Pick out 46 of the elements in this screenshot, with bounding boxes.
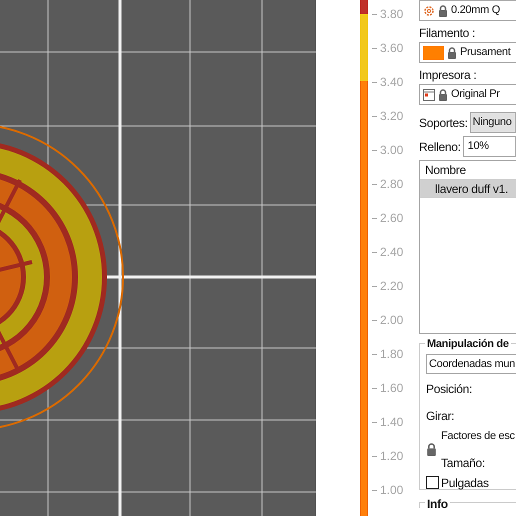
layer-height-label: 1.80 (380, 346, 404, 363)
lock-icon (438, 4, 448, 16)
layer-height-label: 3.80 (380, 6, 404, 23)
field-label: Relleno: (419, 138, 461, 156)
preset-name: Original Pr (451, 87, 500, 102)
object-row[interactable]: llavero duff v1. (420, 179, 516, 198)
lock-icon[interactable] (426, 443, 437, 456)
preset-dropdown[interactable]: 0.20mm Q (419, 0, 516, 21)
checkbox-label: Pulgadas (441, 474, 489, 492)
field-label: Tamaño: (441, 454, 486, 472)
layer-height-label: 3.00 (380, 142, 404, 159)
preset-dropdown[interactable]: Original Pr (419, 84, 516, 105)
column-header: Nombre (424, 162, 467, 179)
group-title: Manipulación de (425, 336, 511, 352)
layer-height-label: 2.80 (380, 176, 404, 193)
layer-height-label: 1.60 (380, 380, 404, 397)
lock-icon (447, 46, 457, 58)
layer-height-label: 1.00 (380, 482, 404, 499)
field-label: Soportes: (419, 114, 468, 132)
layer-height-label: 2.00 (380, 312, 404, 329)
preset-dropdown[interactable]: Prusament (419, 42, 516, 63)
preset-name: 0.20mm Q (451, 3, 500, 18)
object-list[interactable]: Nombre llavero duff v1. (419, 160, 516, 334)
field-label: Posición: (426, 381, 473, 398)
lock-icon (438, 88, 448, 100)
layer-height-label: 1.40 (380, 414, 404, 431)
field-label: Impresora : (419, 67, 478, 84)
field-label: Filamento : (419, 25, 476, 42)
field-label: Girar: (426, 408, 456, 425)
layer-height-label: 3.40 (380, 74, 404, 91)
coordinates-dropdown[interactable]: Coordenadas mun (426, 354, 516, 374)
layer-slider-bar[interactable] (360, 0, 368, 516)
gear-icon (423, 4, 435, 16)
layer-height-label: 2.60 (380, 210, 404, 227)
layer-height-label: 3.20 (380, 108, 404, 125)
layer-height-label: 3.60 (380, 40, 404, 57)
supports-dropdown[interactable]: Ninguno (470, 112, 516, 133)
infill-field[interactable]: 10% (462, 136, 516, 157)
layer-height-label: 2.40 (380, 244, 404, 261)
printer-icon (423, 88, 435, 100)
viewport-3d[interactable] (0, 0, 316, 516)
layer-height-label: 2.20 (380, 278, 404, 295)
layer-height-label: 1.20 (380, 448, 404, 465)
preset-name: Prusament (460, 45, 510, 60)
field-label: Factores de esc (441, 429, 515, 444)
inches-checkbox[interactable] (426, 476, 439, 489)
